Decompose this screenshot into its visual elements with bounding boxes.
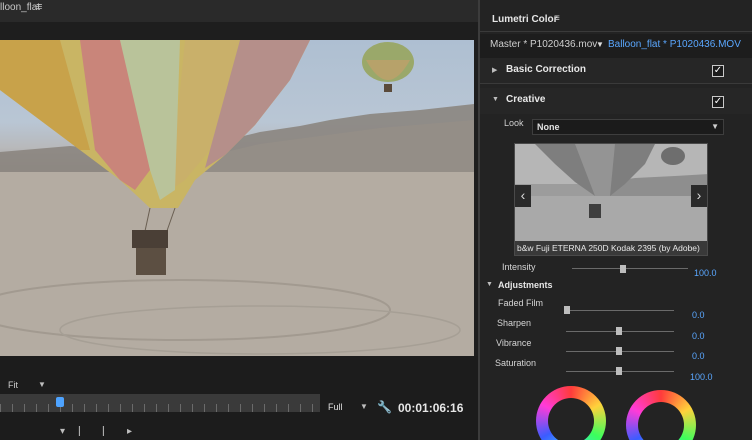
playhead-handle[interactable] bbox=[56, 397, 64, 407]
clip-tabs: Master * P1020436.mov ▼ Balloon_flat * P… bbox=[480, 34, 752, 58]
collapse-triangle-icon[interactable]: ▼ bbox=[492, 96, 499, 103]
ruler-ticks bbox=[0, 404, 320, 412]
monitor-title[interactable]: lloon_flat bbox=[0, 2, 40, 13]
saturation-slider-row: Saturation 100.0 bbox=[480, 358, 752, 382]
zoom-fit-select[interactable]: Fit bbox=[8, 380, 18, 390]
faded-film-label: Faded Film bbox=[498, 298, 544, 308]
intensity-label: Intensity bbox=[502, 262, 536, 272]
vibrance-thumb[interactable] bbox=[616, 347, 622, 355]
expand-triangle-icon[interactable]: ▶ bbox=[492, 66, 497, 74]
preview-thumbnail bbox=[515, 144, 707, 255]
chevron-down-icon[interactable]: ▼ bbox=[596, 40, 604, 49]
section-label: Basic Correction bbox=[506, 64, 587, 75]
sharpen-label: Sharpen bbox=[497, 318, 532, 328]
saturation-value[interactable]: 100.0 bbox=[690, 372, 713, 382]
chevron-down-icon[interactable]: ▼ bbox=[360, 402, 368, 411]
collapse-triangle-icon[interactable]: ▼ bbox=[486, 281, 493, 288]
basic-correction-checkbox[interactable]: ✓ bbox=[712, 65, 724, 77]
shadow-tint-color-wheel[interactable] bbox=[536, 386, 606, 440]
wrench-settings-icon[interactable]: 🔧 bbox=[377, 400, 392, 414]
look-value: None bbox=[537, 122, 560, 132]
section-basic-correction[interactable]: ▶ Basic Correction ✓ bbox=[480, 58, 752, 84]
intensity-slider-track[interactable] bbox=[572, 268, 688, 269]
adjustments-label[interactable]: Adjustments bbox=[498, 280, 553, 290]
playback-resolution-select[interactable]: Full bbox=[328, 402, 343, 412]
saturation-thumb[interactable] bbox=[616, 367, 622, 375]
tab-sequence-clip[interactable]: Balloon_flat * P1020436.MOV bbox=[608, 39, 741, 50]
previous-look-button[interactable]: ‹ bbox=[515, 185, 531, 207]
monitor-controls: Fit ▼ Full ▼ 🔧 00:01:06:16 ▾⎸⎸▸ bbox=[0, 356, 478, 440]
section-label: Creative bbox=[506, 94, 546, 105]
faded-film-slider-row: Faded Film 0.0 bbox=[480, 298, 752, 320]
creative-checkbox[interactable]: ✓ bbox=[712, 96, 724, 108]
monitor-header: lloon_flat ≡ bbox=[0, 0, 478, 22]
vibrance-label: Vibrance bbox=[496, 338, 532, 348]
saturation-label: Saturation bbox=[495, 358, 537, 368]
intensity-slider-row: Intensity 100.0 bbox=[480, 262, 752, 280]
look-label: Look bbox=[504, 118, 524, 128]
faded-film-thumb[interactable] bbox=[564, 306, 570, 314]
look-dropdown[interactable]: None ▼ bbox=[532, 119, 724, 135]
monitor-menu-icon[interactable]: ≡ bbox=[36, 1, 42, 13]
balloon-scene-graphic bbox=[0, 40, 474, 356]
lumetri-color-panel: Lumetri Color ≡ Master * P1020436.mov ▼ … bbox=[478, 0, 752, 440]
transport-controls[interactable]: ▾⎸⎸▸ bbox=[60, 426, 146, 437]
faded-film-track[interactable] bbox=[566, 310, 674, 311]
vibrance-slider-row: Vibrance 0.0 bbox=[480, 338, 752, 361]
sharpen-slider-row: Sharpen 0.0 bbox=[480, 318, 752, 341]
sharpen-thumb[interactable] bbox=[616, 327, 622, 335]
premiere-workspace: lloon_flat ≡ Fit ▼ Full ▼ 🔧 00:01:06:16 … bbox=[0, 0, 752, 440]
video-frame bbox=[0, 40, 474, 356]
look-preview: ‹ › b&w Fuji ETERNA 250D Kodak 2395 (by … bbox=[514, 143, 708, 256]
chevron-down-icon[interactable]: ▼ bbox=[38, 380, 46, 389]
section-creative[interactable]: ▼ Creative ✓ bbox=[480, 88, 752, 114]
intensity-value[interactable]: 100.0 bbox=[694, 268, 717, 278]
timeline-ruler[interactable] bbox=[0, 394, 320, 412]
next-look-button[interactable]: › bbox=[691, 185, 707, 207]
highlight-tint-color-wheel[interactable] bbox=[626, 390, 696, 440]
look-preset-name: b&w Fuji ETERNA 250D Kodak 2395 (by Adob… bbox=[515, 241, 707, 255]
timecode-display: 00:01:06:16 bbox=[398, 401, 464, 415]
panel-title[interactable]: Lumetri Color bbox=[492, 14, 558, 25]
intensity-slider-thumb[interactable] bbox=[620, 265, 626, 273]
chevron-down-icon: ▼ bbox=[711, 122, 719, 131]
panel-menu-icon[interactable]: ≡ bbox=[554, 13, 560, 24]
panel-header: Lumetri Color ≡ bbox=[480, 8, 752, 32]
tab-master-clip[interactable]: Master * P1020436.mov bbox=[490, 39, 597, 50]
program-monitor: lloon_flat ≡ Fit ▼ Full ▼ 🔧 00:01:06:16 … bbox=[0, 0, 478, 440]
